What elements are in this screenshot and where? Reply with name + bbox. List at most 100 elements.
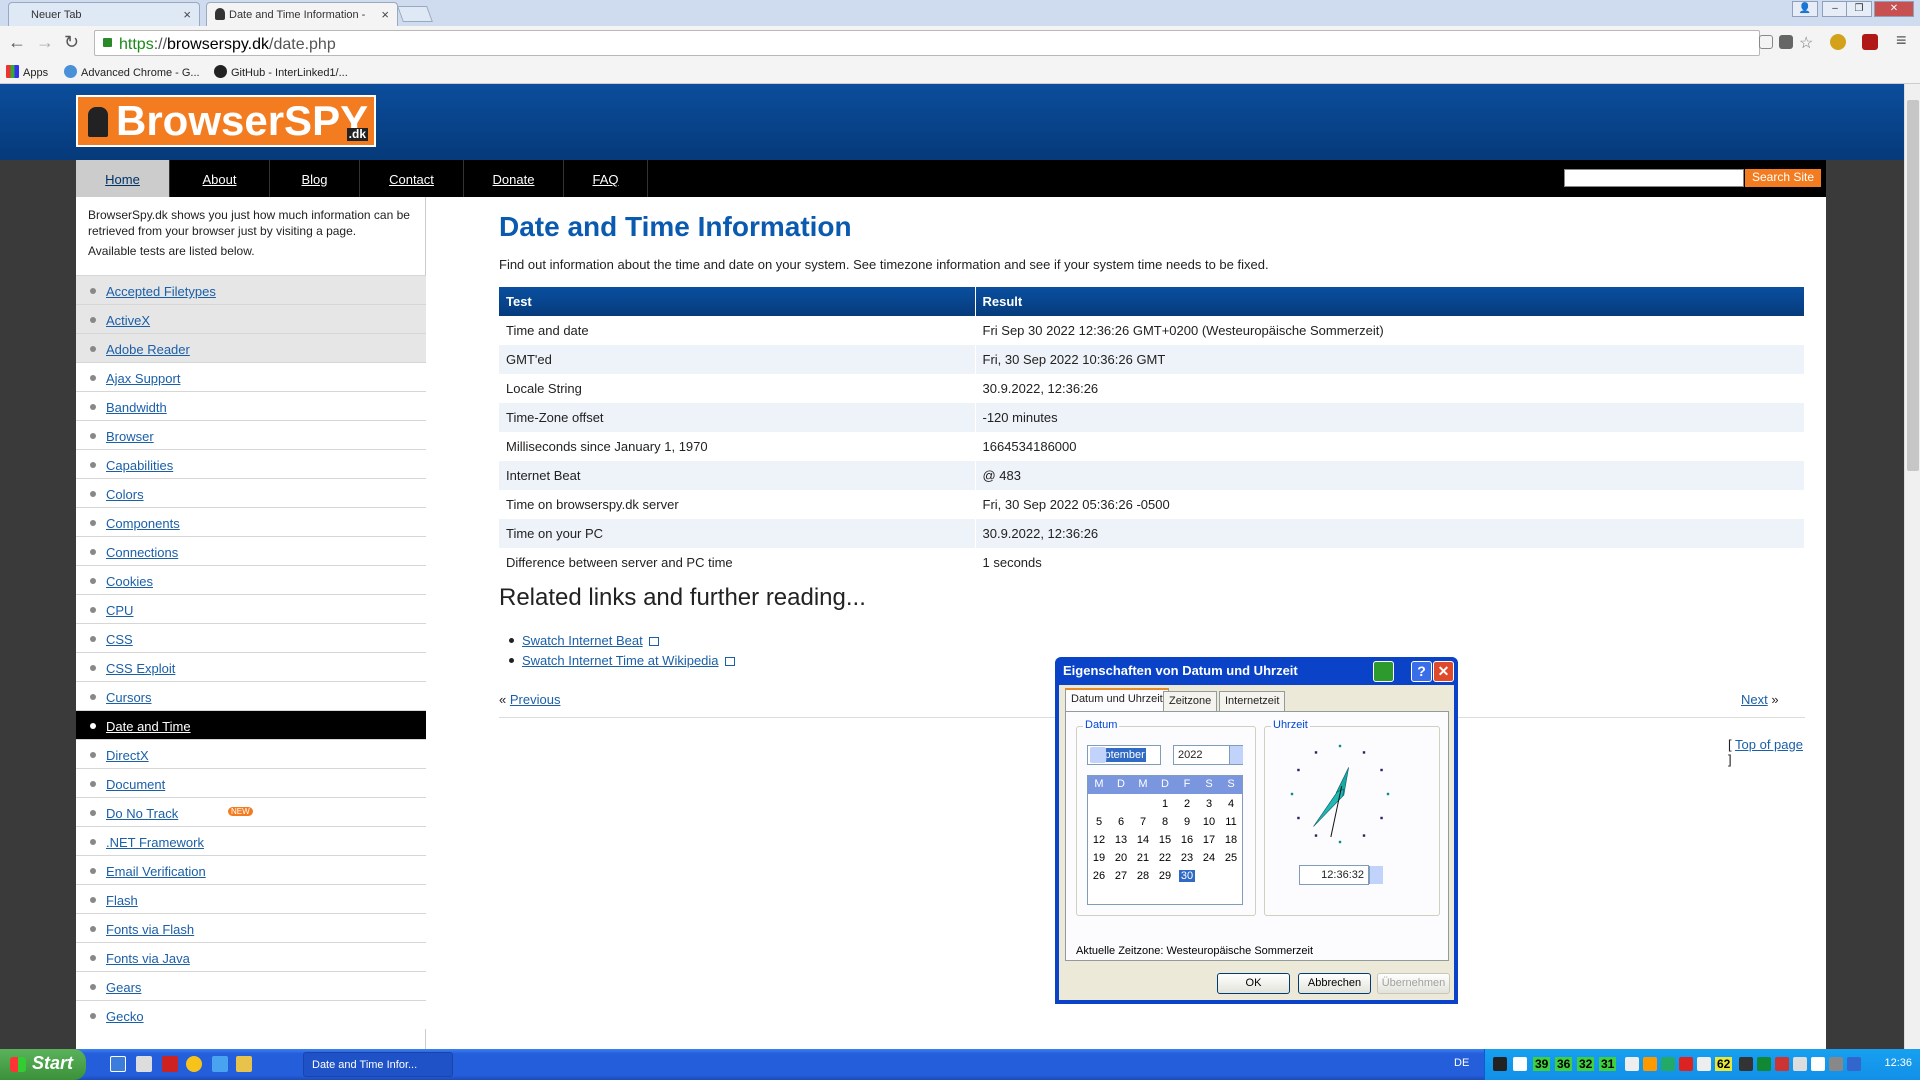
tray-app-icon[interactable]: [1811, 1057, 1825, 1071]
next-link[interactable]: Next: [1741, 692, 1768, 707]
sidebar-item[interactable]: Document: [76, 768, 426, 797]
sidebar-item[interactable]: Email Verification: [76, 855, 426, 884]
sidebar-item[interactable]: Ajax Support: [76, 362, 426, 391]
tray-app-icon[interactable]: [1697, 1057, 1711, 1071]
time-spinner-icon[interactable]: [1369, 866, 1383, 884]
sidebar-item[interactable]: Capabilities: [76, 449, 426, 478]
help-button[interactable]: ?: [1411, 661, 1432, 682]
scrollbar-thumb[interactable]: [1907, 100, 1919, 471]
calendar-day[interactable]: 23: [1176, 852, 1198, 864]
language-indicator[interactable]: DE: [1454, 1057, 1469, 1069]
tray-app-icon[interactable]: [1643, 1057, 1657, 1071]
sidebar-item[interactable]: Cookies: [76, 565, 426, 594]
explorer-icon[interactable]: [136, 1056, 152, 1072]
sidebar-item-label[interactable]: Capabilities: [106, 458, 173, 473]
related-link-swatch-wikipedia[interactable]: Swatch Internet Time at Wikipedia: [522, 653, 719, 668]
calendar-day[interactable]: 6: [1110, 816, 1132, 828]
calendar-day[interactable]: 1: [1154, 798, 1176, 810]
ok-button[interactable]: OK: [1217, 973, 1290, 994]
close-window-button[interactable]: ✕: [1874, 1, 1914, 17]
calendar-day[interactable]: 3: [1198, 798, 1220, 810]
address-bar[interactable]: https://browserspy.dk/date.php ☆: [94, 30, 1813, 56]
tray-counter[interactable]: 62: [1715, 1057, 1733, 1071]
back-arrow-icon[interactable]: ←: [8, 32, 26, 53]
url-text[interactable]: https://browserspy.dk/date.php: [119, 36, 336, 54]
calendar-day[interactable]: 5: [1088, 816, 1110, 828]
sidebar-item[interactable]: Gecko: [76, 1000, 426, 1029]
sidebar-item[interactable]: Date and Time: [76, 710, 426, 739]
calendar-day[interactable]: 26: [1088, 870, 1110, 882]
tray-app-icon[interactable]: [1513, 1057, 1527, 1071]
sidebar-item-label[interactable]: Fonts via Flash: [106, 922, 194, 937]
volume-icon[interactable]: [1829, 1057, 1843, 1071]
sidebar-item-label[interactable]: Flash: [106, 893, 138, 908]
sidebar-item[interactable]: ActiveX: [76, 304, 426, 333]
sidebar-item-label[interactable]: Gecko: [106, 1009, 144, 1024]
calendar-day[interactable]: 13: [1110, 834, 1132, 846]
site-logo[interactable]: BrowserSPY .dk: [76, 95, 376, 147]
app-icon[interactable]: [162, 1056, 178, 1072]
sidebar-item-label[interactable]: Connections: [106, 545, 178, 560]
calendar-day[interactable]: 28: [1132, 870, 1154, 882]
tray-app-icon[interactable]: [1775, 1057, 1789, 1071]
notepad-icon[interactable]: [236, 1056, 252, 1072]
calendar-day[interactable]: 25: [1220, 852, 1242, 864]
top-of-page-link[interactable]: Top of page: [1735, 737, 1803, 752]
calendar-day[interactable]: 18: [1220, 834, 1242, 846]
search-site-button[interactable]: Search Site: [1745, 169, 1821, 187]
reload-icon[interactable]: ↻: [64, 32, 79, 53]
sidebar-item[interactable]: Adobe Reader: [76, 333, 426, 362]
sidebar-item[interactable]: CSS Exploit: [76, 652, 426, 681]
sidebar-item[interactable]: CPU: [76, 594, 426, 623]
calendar-day[interactable]: 17: [1198, 834, 1220, 846]
month-calendar[interactable]: MDMDFSS 1 2 3 4 5 6 7 8 9 10 11 12 13 14 15 16 17 18 19 20 2…: [1087, 775, 1243, 905]
close-dialog-button[interactable]: ✕: [1433, 661, 1454, 682]
sidebar-item[interactable]: Components: [76, 507, 426, 536]
nav-blog[interactable]: Blog: [270, 160, 360, 197]
calendar-day[interactable]: 20: [1110, 852, 1132, 864]
sidebar-item-label[interactable]: Ajax Support: [106, 371, 180, 386]
ie-icon[interactable]: [110, 1056, 126, 1072]
cancel-button[interactable]: Abbrechen: [1298, 973, 1371, 994]
network-icon[interactable]: [1793, 1057, 1807, 1071]
bookmark-github[interactable]: GitHub - InterLinked1/...: [214, 65, 348, 79]
sidebar-item-label[interactable]: Email Verification: [106, 864, 206, 879]
extension-globe-icon[interactable]: [1830, 34, 1846, 50]
calendar-day[interactable]: 29: [1154, 870, 1176, 882]
site-search-input[interactable]: [1564, 169, 1744, 187]
related-link-swatch-beat[interactable]: Swatch Internet Beat: [522, 633, 643, 648]
restore-button[interactable]: ❐: [1846, 1, 1872, 17]
sidebar-item[interactable]: Accepted Filetypes: [76, 275, 426, 304]
calendar-day[interactable]: 14: [1132, 834, 1154, 846]
sidebar-item-label[interactable]: CSS Exploit: [106, 661, 175, 676]
system-clock[interactable]: 12:36: [1884, 1057, 1912, 1069]
tray-counter[interactable]: 36: [1555, 1057, 1573, 1071]
calendar-day[interactable]: 27: [1110, 870, 1132, 882]
calendar-day[interactable]: 30: [1176, 870, 1198, 882]
menu-icon[interactable]: ≡: [1896, 30, 1907, 51]
vertical-scrollbar[interactable]: [1904, 84, 1920, 1049]
month-select[interactable]: September: [1087, 745, 1161, 765]
tab-neuer-tab[interactable]: Neuer Tab ×: [8, 2, 200, 26]
tray-app-icon[interactable]: [1739, 1057, 1753, 1071]
year-spinner-icon[interactable]: [1229, 746, 1243, 764]
tab-datum-und-uhrzeit[interactable]: Datum und Uhrzeit: [1065, 688, 1169, 712]
sidebar-item-label[interactable]: Fonts via Java: [106, 951, 190, 966]
sidebar-item[interactable]: DirectX: [76, 739, 426, 768]
sidebar-item[interactable]: Connections: [76, 536, 426, 565]
calendar-day[interactable]: 22: [1154, 852, 1176, 864]
sidebar-item-label[interactable]: Cookies: [106, 574, 153, 589]
sidebar-item-label[interactable]: Bandwidth: [106, 400, 167, 415]
sidebar-item[interactable]: Bandwidth: [76, 391, 426, 420]
calendar-day[interactable]: 16: [1176, 834, 1198, 846]
forward-arrow-icon[interactable]: →: [36, 32, 54, 53]
translate-icon[interactable]: [1779, 35, 1793, 49]
sidebar-item[interactable]: Fonts via Java: [76, 942, 426, 971]
sidebar-item[interactable]: Do No Track NEW: [76, 797, 426, 826]
calendar-day[interactable]: 2: [1176, 798, 1198, 810]
tray-counter[interactable]: 32: [1577, 1057, 1595, 1071]
star-icon[interactable]: ☆: [1799, 33, 1817, 52]
nav-home[interactable]: Home: [76, 160, 170, 197]
apply-button[interactable]: Übernehmen: [1377, 973, 1450, 994]
bookmark-advanced-chrome[interactable]: Advanced Chrome - G...: [64, 65, 200, 79]
